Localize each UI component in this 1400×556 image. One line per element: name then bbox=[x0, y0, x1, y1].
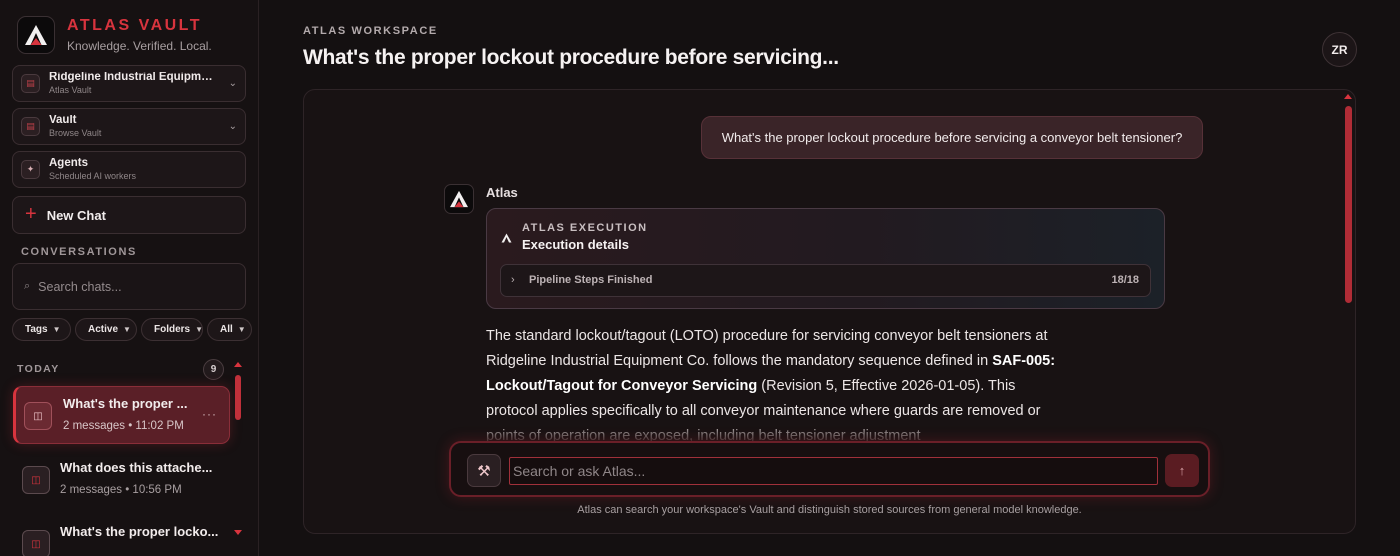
sidebar: ATLAS VAULT Knowledge. Verified. Local. … bbox=[0, 0, 259, 556]
filter-bar: Tags ▼ Active ▼ Folders ▼ All ▼ bbox=[12, 318, 252, 341]
today-label: TODAY bbox=[17, 363, 60, 375]
scroll-up-arrow[interactable] bbox=[234, 362, 242, 367]
chat-icon: ◫ bbox=[24, 402, 52, 430]
agents-title: Agents bbox=[49, 158, 88, 170]
conversation-title: What's the proper ... bbox=[63, 396, 188, 411]
atlas-avatar-icon bbox=[444, 184, 474, 214]
search-icon: ⌕ bbox=[24, 280, 31, 292]
execution-details-card: ATLAS EXECUTION Execution details › Pipe… bbox=[486, 208, 1165, 309]
plus-icon: + bbox=[25, 203, 37, 225]
atlas-mark-icon bbox=[501, 233, 512, 246]
agents-subtitle: Scheduled AI workers bbox=[49, 170, 137, 181]
composer: ⚒ ↑ bbox=[449, 441, 1210, 497]
chat-icon: ◫ bbox=[22, 530, 50, 556]
new-chat-button[interactable]: + New Chat bbox=[12, 196, 246, 234]
page-title: What's the proper lockout procedure befo… bbox=[303, 46, 839, 69]
atlas-logo-icon bbox=[17, 16, 55, 54]
filter-tags[interactable]: Tags ▼ bbox=[12, 318, 71, 341]
workspace-title: Ridgeline Industrial Equipme... bbox=[49, 72, 214, 84]
conversation-meta: 2 messages • 10:56 PM bbox=[60, 484, 182, 496]
arrow-up-icon[interactable]: ↑ bbox=[1165, 454, 1199, 487]
conversation-title: What does this attache... bbox=[60, 460, 213, 475]
chat-icon: ◫ bbox=[22, 466, 50, 494]
chevron-down-icon: ▼ bbox=[52, 325, 61, 334]
conversation-item[interactable]: ◫ What's the proper locko... bbox=[13, 515, 230, 556]
today-count-badge: 9 bbox=[203, 359, 224, 380]
vault-selector[interactable]: ▤ Vault Browse Vault ⌄ bbox=[12, 108, 246, 145]
brand-subtitle: Knowledge. Verified. Local. bbox=[67, 39, 212, 53]
sparkle-icon: ✦ bbox=[21, 160, 40, 179]
new-chat-label: New Chat bbox=[46, 207, 106, 223]
conversation-item[interactable]: ◫ What does this attache... 2 messages •… bbox=[13, 451, 230, 509]
chevron-right-icon: › bbox=[511, 274, 515, 286]
execution-title: Execution details bbox=[522, 237, 629, 252]
disclaimer-text: Atlas can search your workspace's Vault … bbox=[577, 504, 1082, 516]
brand: ATLAS VAULT Knowledge. Verified. Local. bbox=[17, 16, 212, 54]
user-avatar[interactable]: ZR bbox=[1322, 32, 1357, 67]
vault-title: Vault bbox=[49, 115, 77, 127]
chevron-down-icon: ▼ bbox=[195, 325, 204, 334]
more-options-icon[interactable]: ··· bbox=[202, 407, 217, 421]
vault-icon: ▤ bbox=[21, 117, 40, 136]
conversation-title: What's the proper locko... bbox=[60, 524, 219, 539]
conversation-item-active[interactable]: ◫ What's the proper ... 2 messages • 11:… bbox=[13, 386, 230, 444]
filter-folders[interactable]: Folders ▼ bbox=[141, 318, 203, 341]
chevron-down-icon: ▼ bbox=[237, 325, 246, 334]
chevron-down-icon: ⌄ bbox=[228, 121, 237, 132]
search-placeholder: Search chats... bbox=[38, 279, 122, 294]
conversation-meta: 2 messages • 11:02 PM bbox=[63, 420, 184, 432]
pipeline-steps-label: Pipeline Steps Finished bbox=[529, 274, 653, 286]
agents-nav[interactable]: ✦ Agents Scheduled AI workers bbox=[12, 151, 246, 188]
filter-all[interactable]: All ▼ bbox=[207, 318, 252, 341]
assistant-name: Atlas bbox=[486, 185, 518, 200]
scroll-up-arrow[interactable] bbox=[1344, 94, 1352, 99]
brand-title: ATLAS VAULT bbox=[67, 17, 203, 34]
sidebar-scrollbar[interactable] bbox=[235, 375, 241, 420]
chat-scrollbar[interactable] bbox=[1345, 106, 1352, 303]
chevron-down-icon: ▼ bbox=[123, 325, 131, 334]
chevron-down-icon: ⌄ bbox=[228, 78, 237, 89]
hammer-pick-icon[interactable]: ⚒ bbox=[467, 454, 501, 487]
workspace-label: ATLAS WORKSPACE bbox=[303, 25, 438, 37]
workspace-selector[interactable]: ▤ Ridgeline Industrial Equipme... Atlas … bbox=[12, 65, 246, 102]
ask-atlas-input[interactable] bbox=[509, 457, 1158, 485]
execution-kicker: ATLAS EXECUTION bbox=[522, 222, 648, 234]
scroll-down-arrow[interactable] bbox=[234, 530, 242, 535]
conversations-label: CONVERSATIONS bbox=[21, 246, 137, 258]
workspace-icon: ▤ bbox=[21, 74, 40, 93]
vault-subtitle: Browse Vault bbox=[49, 127, 102, 138]
workspace-subtitle: Atlas Vault bbox=[49, 84, 92, 95]
pipeline-steps-count: 18/18 bbox=[1111, 274, 1139, 286]
search-chats-input[interactable]: ⌕ Search chats... bbox=[12, 263, 246, 310]
filter-active[interactable]: Active ▼ bbox=[75, 318, 137, 341]
user-message-bubble: What's the proper lockout procedure befo… bbox=[701, 116, 1203, 159]
pipeline-steps-toggle[interactable]: › Pipeline Steps Finished 18/18 bbox=[500, 264, 1151, 297]
